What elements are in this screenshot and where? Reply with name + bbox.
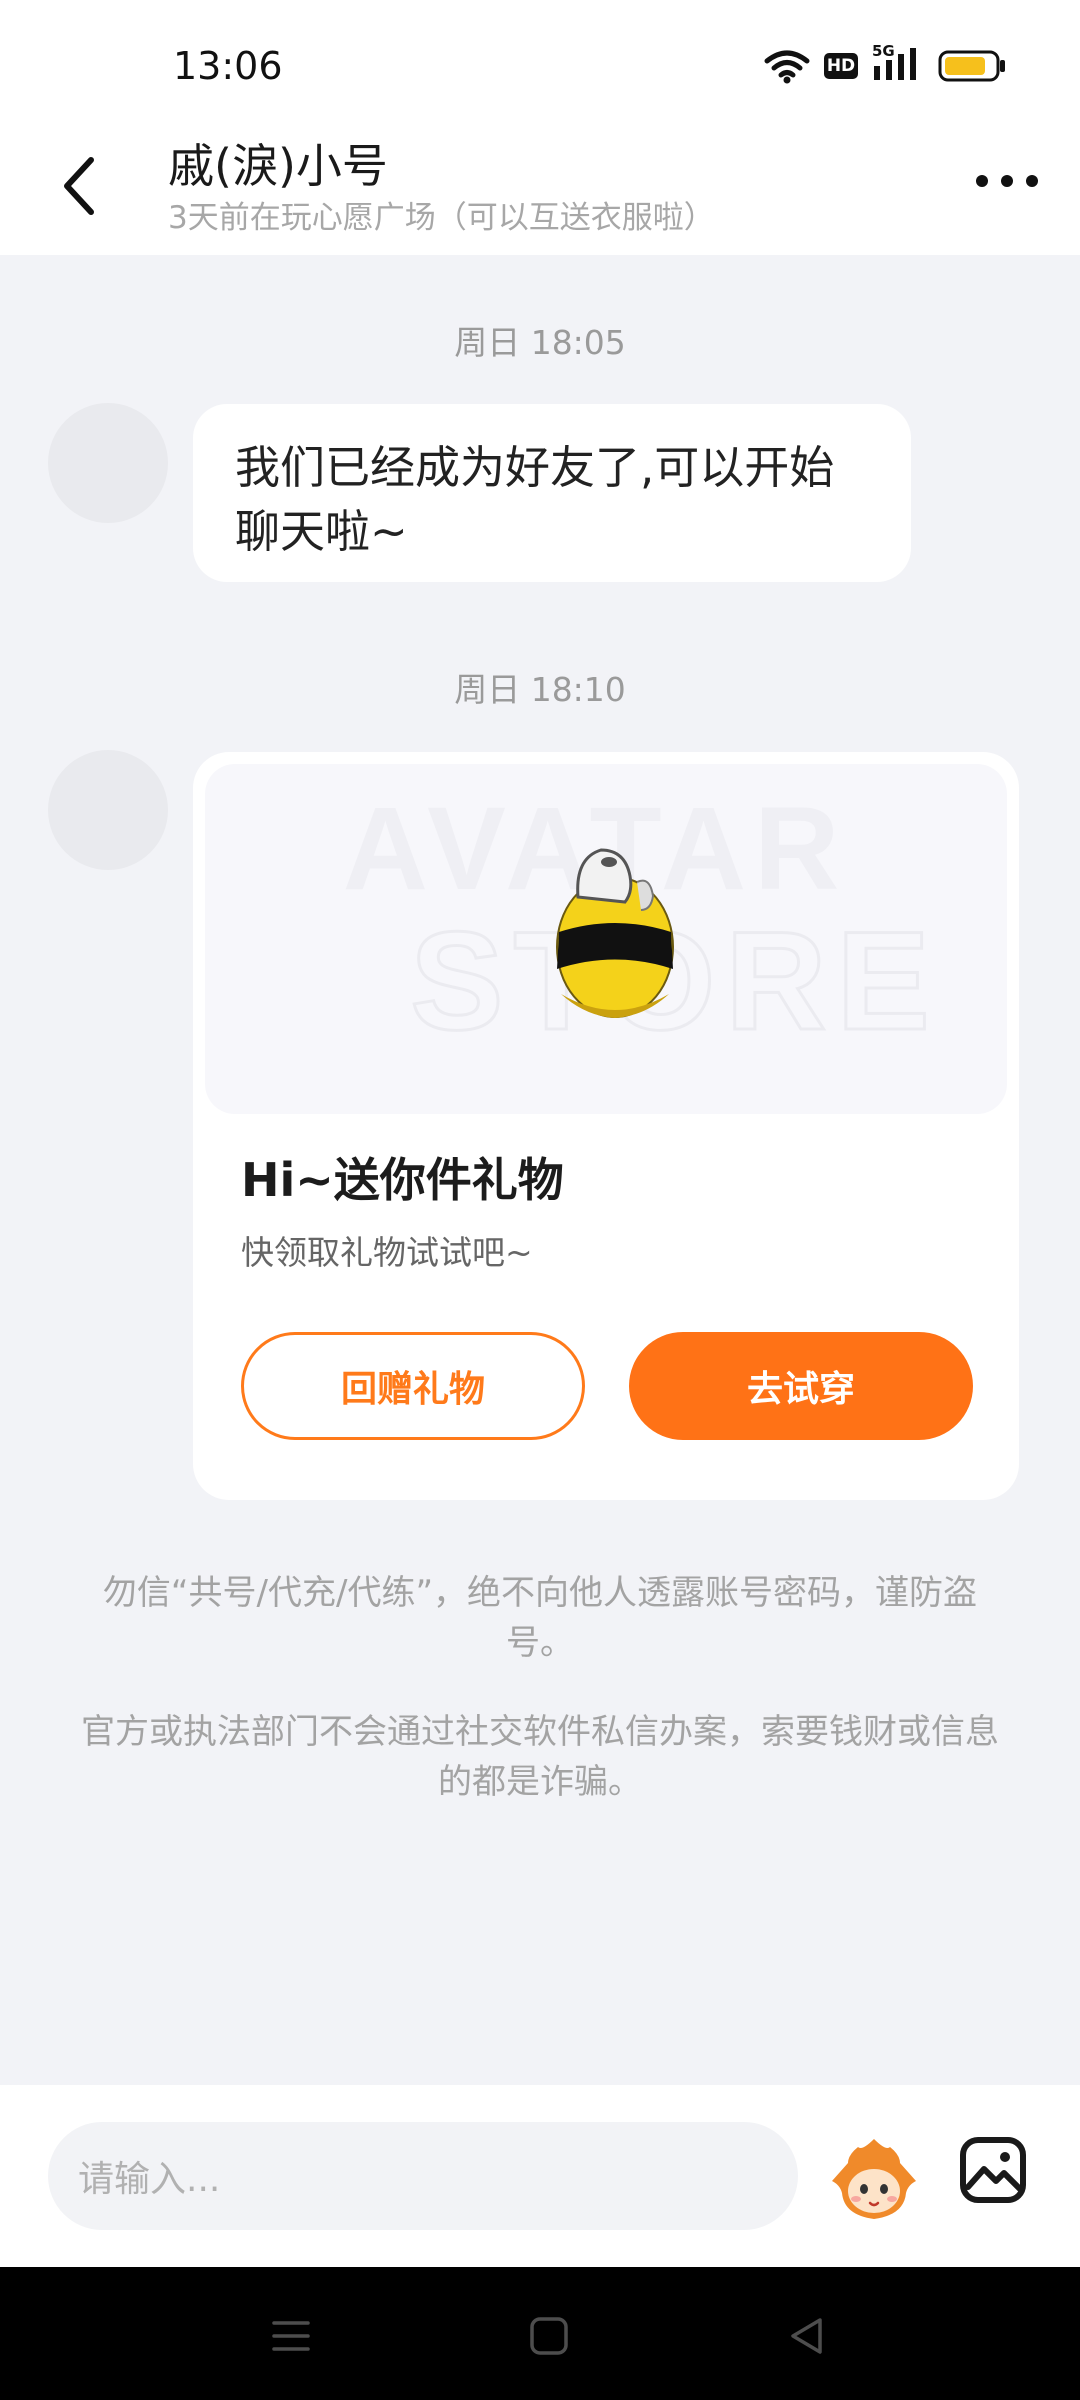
chevron-left-icon	[64, 157, 94, 215]
home-square-icon	[530, 2317, 568, 2355]
message-timestamp: 周日 18:05	[454, 323, 626, 362]
safety-notice: 官方或执法部门不会通过社交软件私信办案，索要钱财或信息的都是诈骗。	[81, 1712, 999, 1802]
gift-card[interactable]: AVATAR STORE Hi~送你件礼物 快领取礼物试试吧~ 回赠礼物 去试穿	[193, 752, 1019, 1500]
svg-text:STORE: STORE	[410, 902, 940, 1059]
nav-menu-button[interactable]	[266, 2311, 316, 2361]
status-bar: 13:06 HD 5G	[0, 0, 1080, 130]
contact-status: 3天前在玩心愿广场（可以互送衣服啦）	[168, 200, 715, 236]
chat-header: 戚(淚)小号 3天前在玩心愿广场（可以互送衣服啦）	[0, 130, 1080, 255]
gift-card-description: 快领取礼物试试吧~	[241, 1233, 533, 1272]
status-icons: HD 5G	[764, 42, 1008, 84]
menu-icon	[272, 2321, 310, 2351]
return-gift-button[interactable]: 回赠礼物	[241, 1332, 585, 1440]
gift-image[interactable]: AVATAR STORE	[205, 764, 1007, 1114]
status-time: 13:06	[173, 44, 283, 88]
system-nav-bar	[0, 2267, 1080, 2400]
avatar[interactable]	[48, 750, 168, 870]
sticker-avatar-icon	[832, 2139, 916, 2219]
avatar[interactable]	[48, 403, 168, 523]
try-on-button[interactable]: 去试穿	[629, 1332, 973, 1440]
nav-back-button[interactable]	[782, 2311, 832, 2361]
nav-home-button[interactable]	[524, 2311, 574, 2361]
bee-costume-gift-image: AVATAR STORE	[343, 783, 940, 1061]
hd-icon: HD	[824, 53, 858, 79]
image-button[interactable]	[958, 2135, 1028, 2205]
more-button[interactable]	[972, 150, 1042, 210]
contact-name[interactable]: 戚(淚)小号	[168, 130, 388, 196]
input-bar: 请输入...	[0, 2085, 1080, 2267]
battery-icon	[938, 50, 1005, 82]
gift-card-title: Hi~送你件礼物	[241, 1153, 564, 1207]
sticker-button[interactable]	[828, 2133, 920, 2225]
more-horizontal-icon	[976, 175, 1038, 187]
back-triangle-icon	[791, 2318, 822, 2354]
image-icon	[960, 2137, 1026, 2203]
wifi-icon	[764, 50, 810, 84]
message-timestamp: 周日 18:10	[454, 670, 626, 709]
safety-notice: 勿信“共号/代充/代练”，绝不向他人透露账号密码，谨防盗号。	[102, 1573, 978, 1663]
message-bubble[interactable]: 我们已经成为好友了,可以开始聊天啦~	[193, 404, 911, 582]
message-input[interactable]: 请输入...	[48, 2122, 798, 2230]
back-button[interactable]	[55, 150, 105, 220]
signal-icon: 5G	[872, 42, 924, 84]
